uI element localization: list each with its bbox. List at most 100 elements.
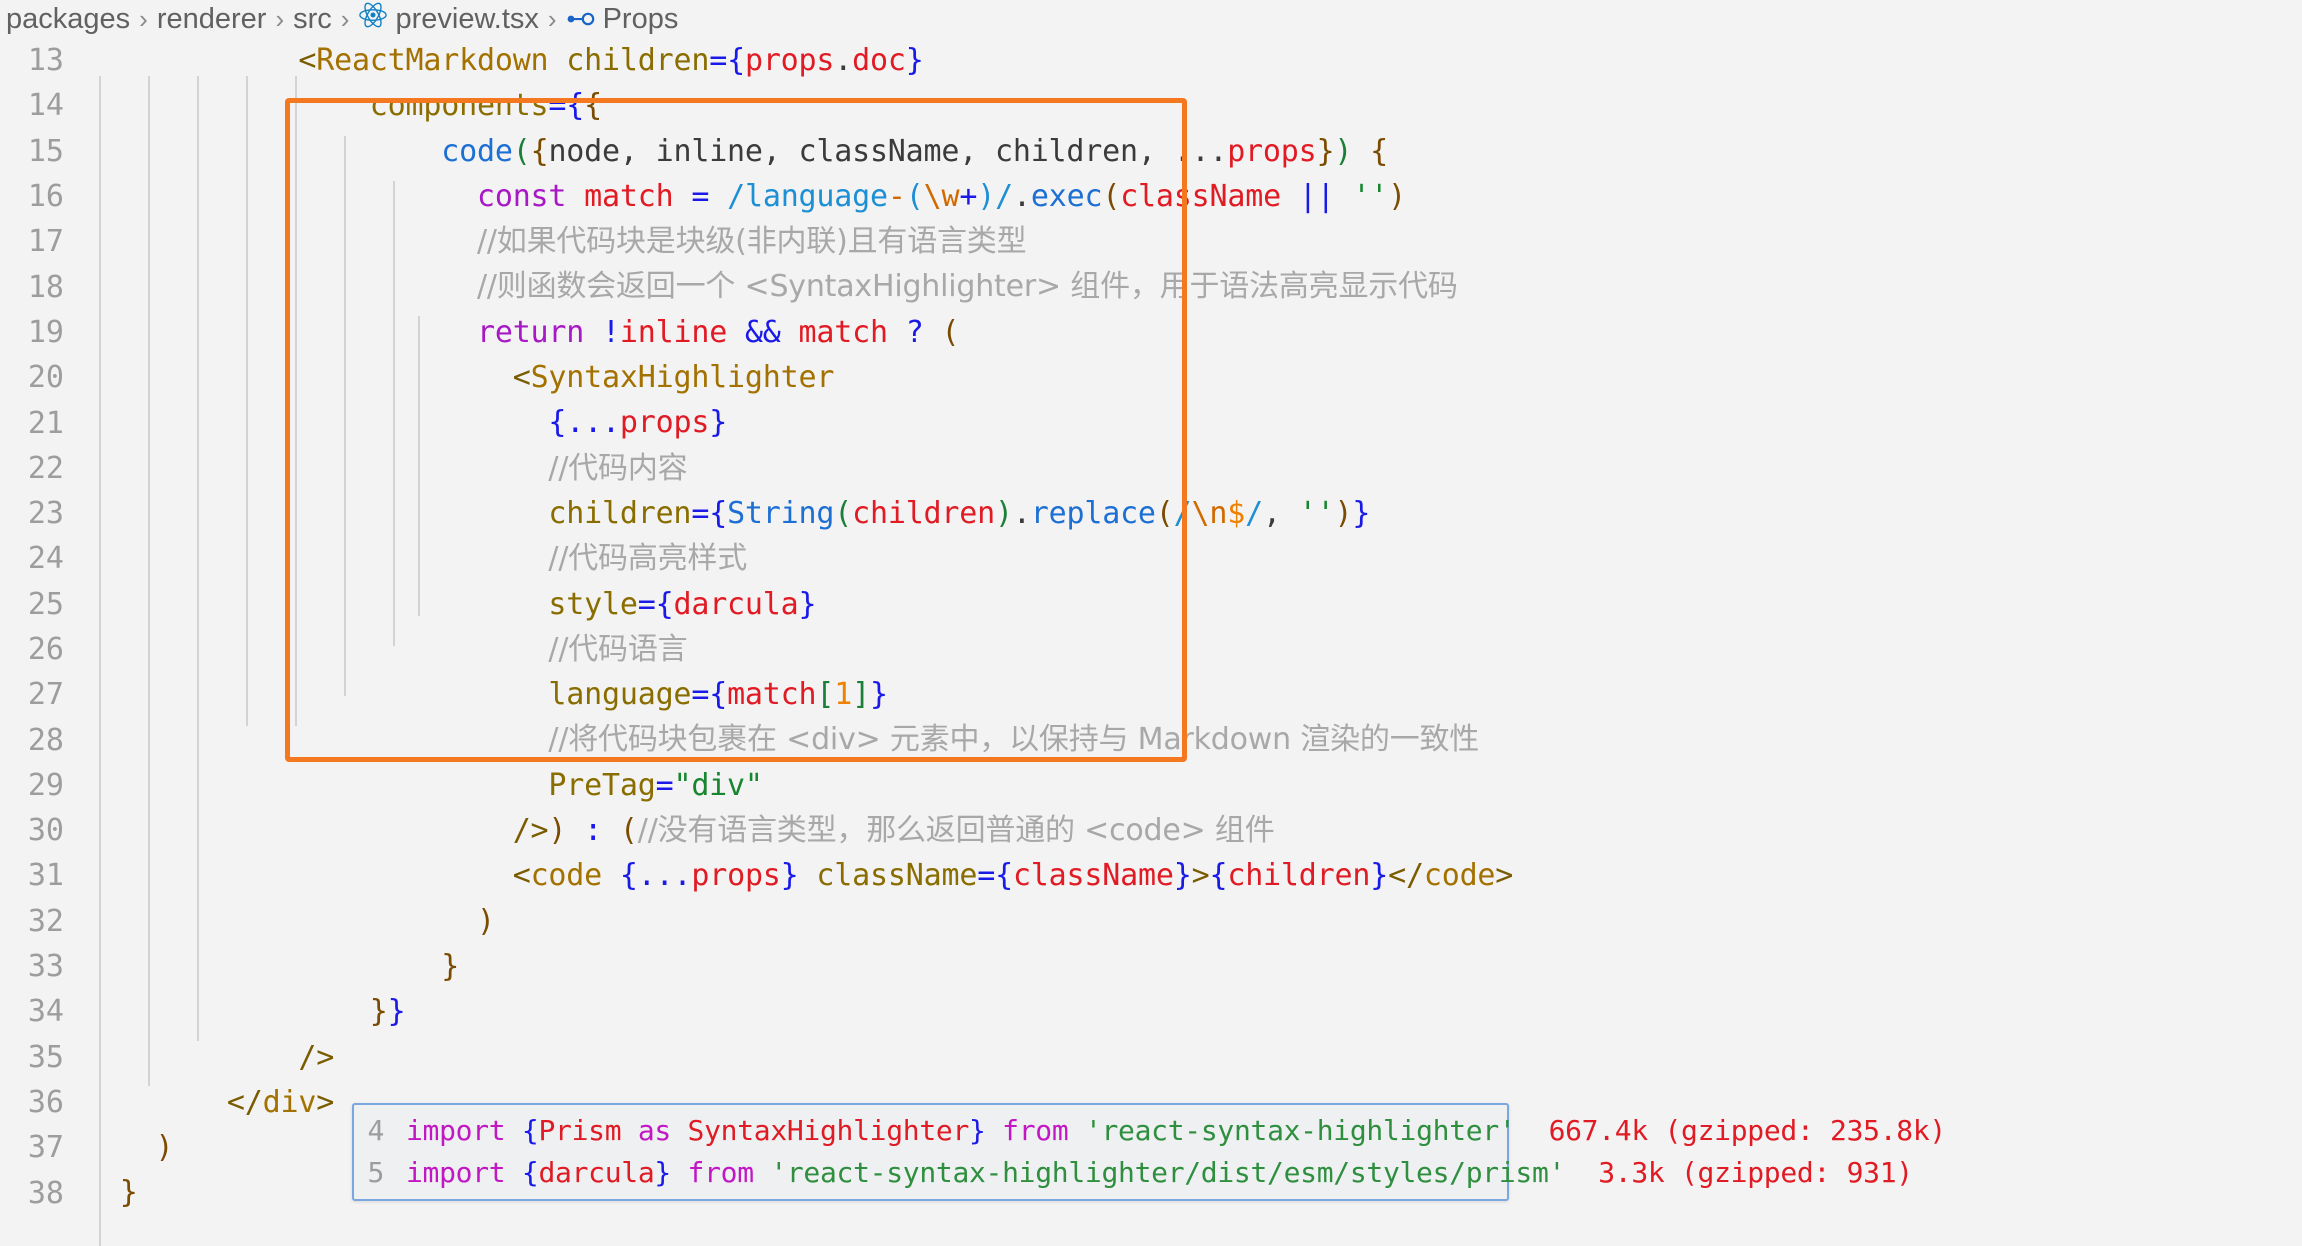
line-text[interactable]: />) : (//没有语言类型，那么返回普通的 <code> 组件	[84, 808, 2302, 853]
code-line[interactable]: 32 )	[0, 899, 2302, 944]
code-line[interactable]: 34 }}	[0, 989, 2302, 1034]
breadcrumb-separator: ›	[139, 3, 148, 34]
line-number: 31	[27, 858, 64, 894]
line-text[interactable]: //代码高亮样式	[84, 536, 2302, 581]
code-line[interactable]: 26 //代码语言	[0, 627, 2302, 672]
breadcrumb-separator: ›	[275, 3, 285, 34]
line-number: 29	[27, 767, 64, 803]
line-number: 28	[27, 722, 64, 758]
code-line[interactable]: 16 const match = /language-(\w+)/.exec(c…	[0, 174, 2302, 219]
line-number: 38	[27, 1175, 64, 1211]
line-text[interactable]: {...props}	[84, 400, 2302, 445]
from-keyword: from	[687, 1155, 755, 1189]
code-line[interactable]: 27 language={match[1]}	[0, 672, 2302, 717]
import-cost-row[interactable]: 4 import {Prism as SyntaxHighlighter } f…	[354, 1109, 1946, 1151]
code-line[interactable]: 13 <ReactMarkdown children={props.doc}	[0, 38, 2302, 83]
code-line[interactable]: 19 return !inline && match ? (	[0, 310, 2302, 355]
bundle-size: 3.3k	[1598, 1155, 1665, 1189]
line-text[interactable]: //将代码块包裹在 <div> 元素中，以保持与 Markdown 渲染的一致性	[84, 717, 2302, 762]
line-text[interactable]: <code {...props} className={className}>{…	[84, 853, 2302, 898]
line-number: 32	[27, 903, 64, 939]
from-keyword: from	[1002, 1113, 1069, 1147]
line-text[interactable]: //代码语言	[84, 627, 2302, 672]
line-number: 21	[27, 405, 64, 441]
breadcrumb-item-renderer[interactable]: renderer	[157, 3, 267, 36]
code-line[interactable]: 25 style={darcula}	[0, 582, 2302, 627]
breadcrumb-item-file[interactable]: preview.tsx	[395, 3, 538, 36]
code-line[interactable]: 20 <SyntaxHighlighter	[0, 355, 2302, 400]
import-binding: darcula	[538, 1155, 655, 1189]
line-text[interactable]: <SyntaxHighlighter	[84, 355, 2302, 400]
breadcrumb-separator: ›	[340, 3, 350, 34]
line-text[interactable]: <ReactMarkdown children={props.doc}	[84, 38, 2302, 83]
code-lines[interactable]: 13 <ReactMarkdown children={props.doc} 1…	[0, 38, 2302, 1216]
import-cost-row[interactable]: 5 import {darcula} from 'react-syntax-hi…	[354, 1151, 1913, 1193]
line-number: 23	[27, 496, 64, 532]
code-line[interactable]: 14 components={{	[0, 83, 2302, 128]
breadcrumb-separator: ›	[547, 3, 557, 34]
import-cost-widget[interactable]: 4 import {Prism as SyntaxHighlighter } f…	[352, 1103, 1946, 1201]
line-number: 14	[27, 88, 64, 124]
line-number: 15	[27, 133, 64, 169]
open-brace: {	[521, 1113, 539, 1147]
code-line[interactable]: 18 //则函数会返回一个 <SyntaxHighlighter> 组件，用于语…	[0, 264, 2302, 309]
gzipped-size: (gzipped: 235.8k)	[1664, 1113, 1946, 1147]
line-number: 16	[27, 179, 64, 215]
code-line[interactable]: 24 //代码高亮样式	[0, 536, 2302, 581]
code-line[interactable]: 29 PreTag="div"	[0, 763, 2302, 808]
line-text[interactable]: }}	[84, 989, 2302, 1034]
code-line[interactable]: 23 children={String(children).replace(/\…	[0, 491, 2302, 536]
code-editor[interactable]: 13 <ReactMarkdown children={props.doc} 1…	[0, 38, 2302, 1246]
line-text[interactable]: }	[84, 944, 2302, 989]
line-number: 26	[27, 632, 64, 667]
code-line[interactable]: 31 <code {...props} className={className…	[0, 853, 2302, 898]
line-number: 33	[27, 949, 64, 985]
line-text[interactable]: )	[84, 899, 2302, 944]
props-symbol-icon	[566, 3, 596, 36]
line-text[interactable]: return !inline && match ? (	[84, 310, 2302, 355]
line-number: 17	[27, 224, 64, 260]
widget-line-number: 4	[367, 1113, 384, 1147]
code-line[interactable]: 21 {...props}	[0, 400, 2302, 445]
module-path: 'react-syntax-highlighter'	[1084, 1113, 1516, 1147]
code-line[interactable]: 28 //将代码块包裹在 <div> 元素中，以保持与 Markdown 渲染的…	[0, 717, 2302, 762]
code-line[interactable]: 30 />) : (//没有语言类型，那么返回普通的 <code> 组件	[0, 808, 2302, 853]
line-text[interactable]: style={darcula}	[84, 582, 2302, 627]
breadcrumb: packages › renderer › src › preview.tsx …	[0, 0, 2302, 38]
breadcrumb-item-props[interactable]: Props	[603, 3, 679, 36]
line-text[interactable]: //如果代码块是块级(非内联)且有语言类型	[84, 219, 2302, 264]
code-line[interactable]: 33 }	[0, 944, 2302, 989]
bundle-size: 667.4k	[1548, 1113, 1649, 1147]
code-line[interactable]: 22 //代码内容	[0, 446, 2302, 491]
line-number: 30	[27, 813, 64, 849]
line-number: 20	[27, 360, 64, 396]
line-text[interactable]: PreTag="div"	[84, 763, 2302, 808]
module-path: 'react-syntax-highlighter/dist/esm/style…	[770, 1155, 1566, 1189]
line-text[interactable]: components={{	[84, 83, 2302, 128]
code-line[interactable]: 15 code({node, inline, className, childr…	[0, 129, 2302, 174]
line-number: 36	[27, 1084, 64, 1120]
line-text[interactable]: //则函数会返回一个 <SyntaxHighlighter> 组件，用于语法高亮…	[84, 264, 2302, 309]
line-text[interactable]: //代码内容	[84, 446, 2302, 491]
close-brace: }	[654, 1155, 671, 1189]
line-text[interactable]: language={match[1]}	[84, 672, 2302, 717]
breadcrumb-item-src[interactable]: src	[293, 3, 332, 36]
line-text[interactable]: children={String(children).replace(/\n$/…	[84, 491, 2302, 536]
line-number: 35	[27, 1039, 64, 1075]
breadcrumb-item-packages[interactable]: packages	[6, 3, 130, 36]
line-text[interactable]: const match = /language-(\w+)/.exec(clas…	[84, 174, 2302, 219]
code-line[interactable]: 17 //如果代码块是块级(非内联)且有语言类型	[0, 219, 2302, 264]
line-text[interactable]: />	[84, 1035, 2302, 1080]
import-binding: Prism	[538, 1113, 622, 1147]
line-number: 13	[27, 43, 64, 79]
line-number: 18	[27, 269, 64, 305]
widget-line-number: 5	[367, 1155, 384, 1189]
as-keyword: as	[637, 1113, 671, 1147]
code-line[interactable]: 35 />	[0, 1035, 2302, 1080]
line-text[interactable]: code({node, inline, className, children,…	[84, 129, 2302, 174]
line-number: 19	[27, 314, 64, 350]
close-brace: }	[969, 1113, 986, 1147]
line-number: 24	[27, 541, 64, 577]
line-number: 34	[27, 994, 64, 1030]
line-number: 25	[27, 586, 64, 622]
